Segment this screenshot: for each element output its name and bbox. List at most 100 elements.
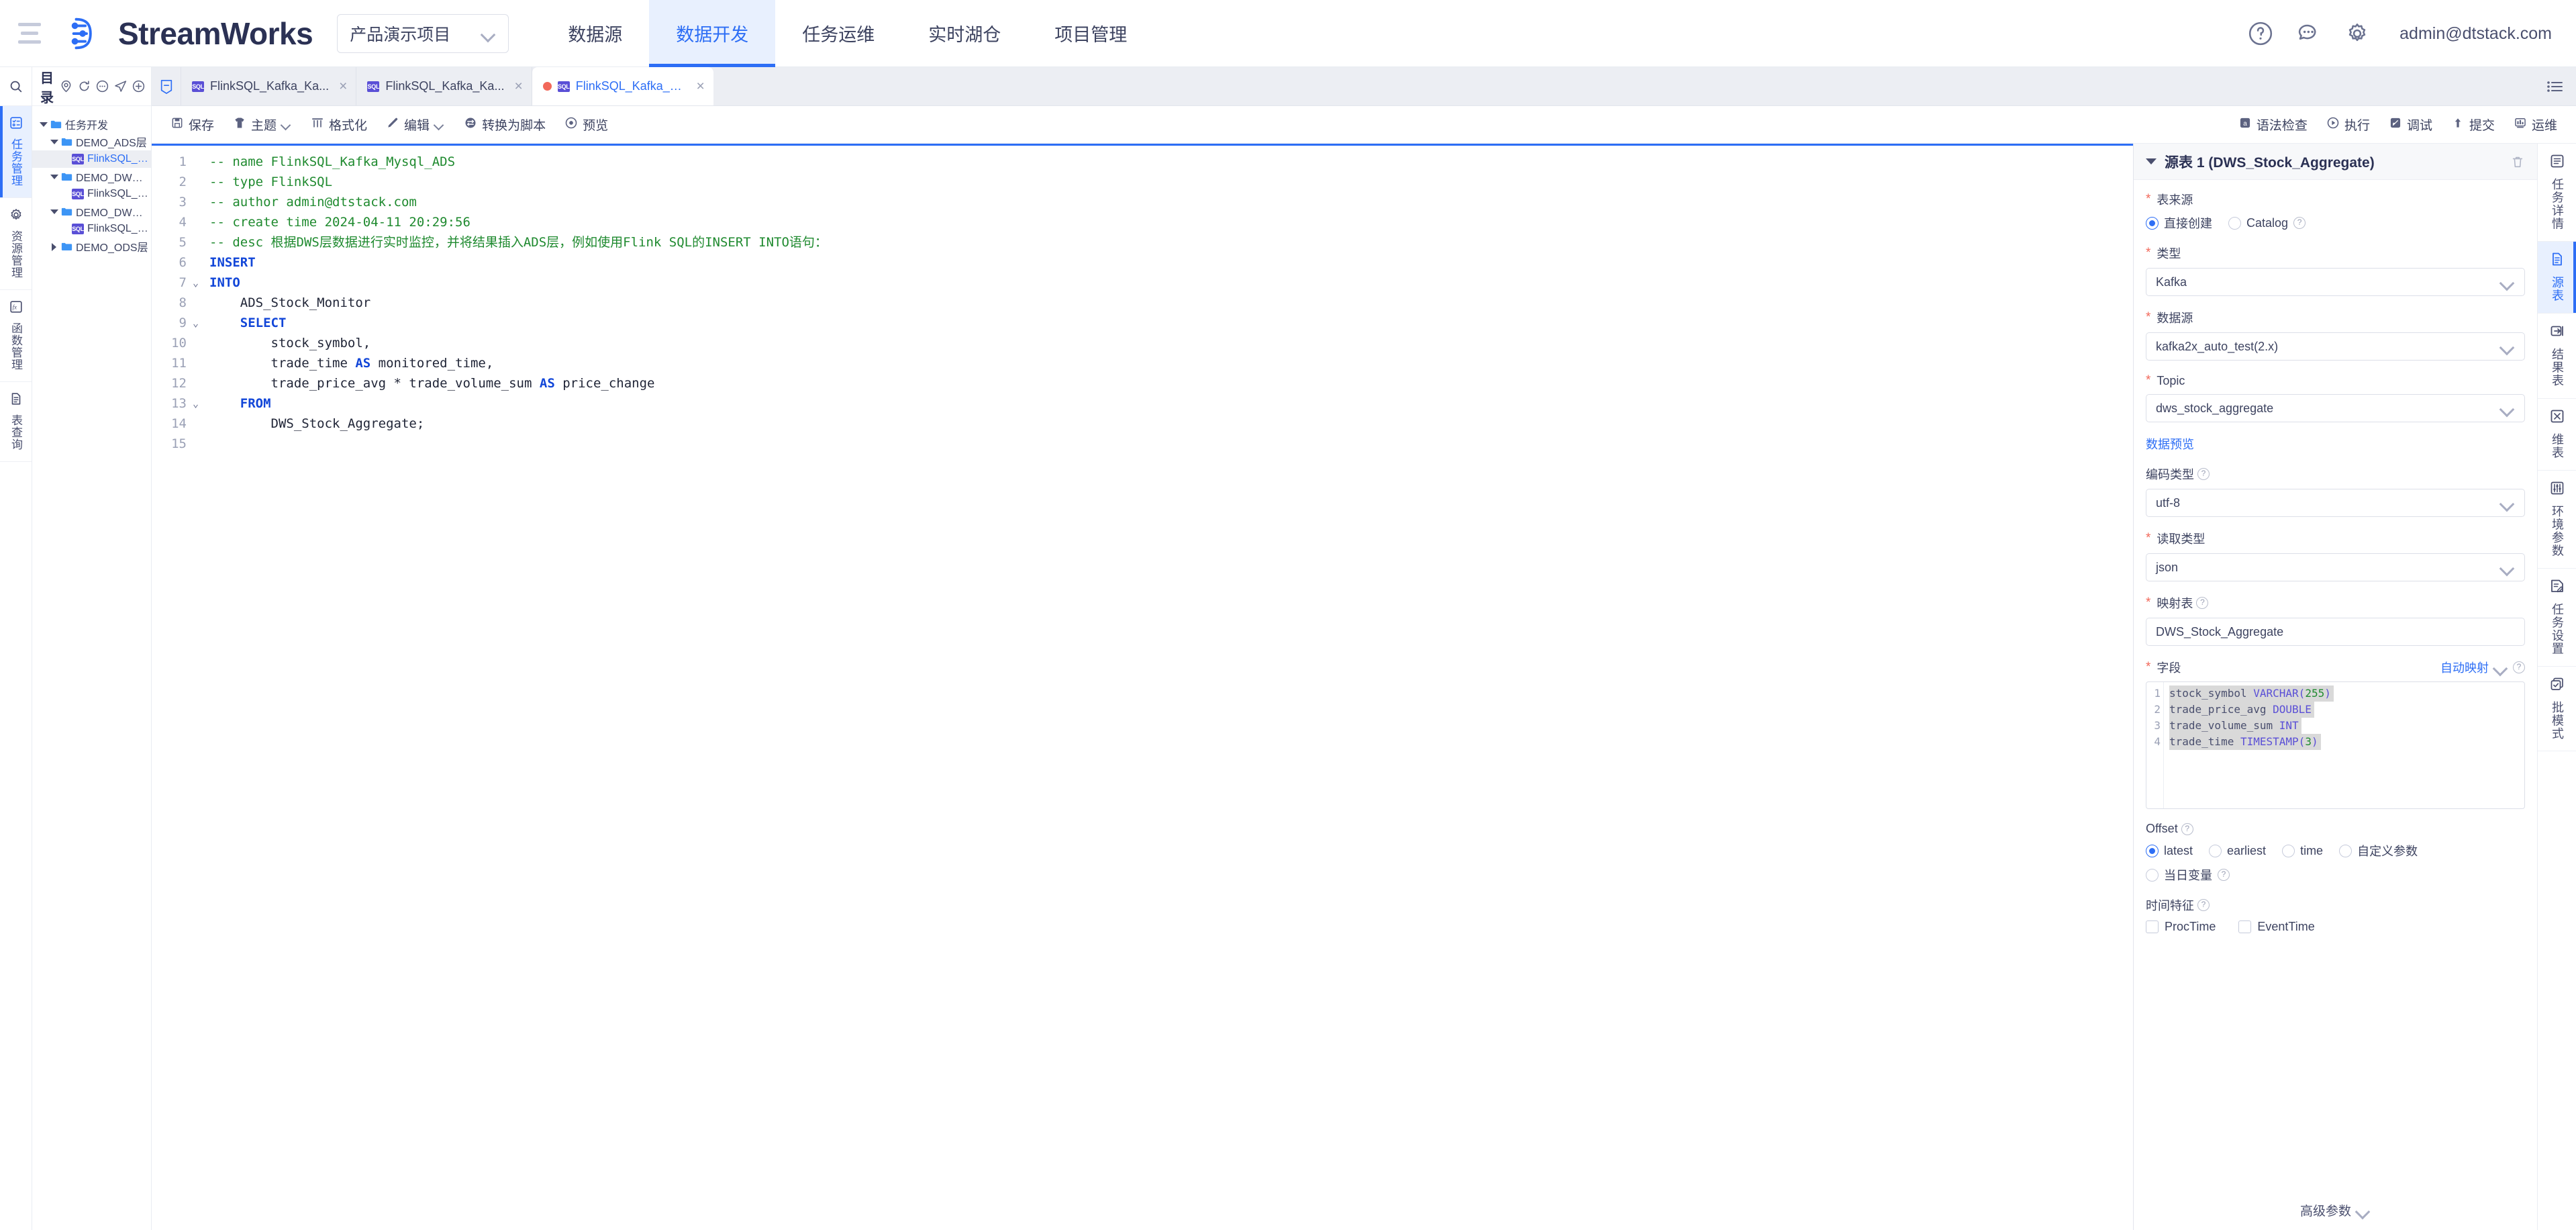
right-rail-item-label: 任务设置 <box>2550 602 2564 655</box>
auto-map-button[interactable]: 自动映射 <box>2440 659 2489 676</box>
schema-editor[interactable]: 1 2 3 4 stock_symbol VARCHAR(255) trade_pric… <box>2146 681 2525 809</box>
toolbar-button-3[interactable]: 编辑 <box>377 111 454 138</box>
field-label: 数据源 <box>2146 309 2525 326</box>
body: 任务管理 资源管理 fx 函数管理 表查询 目录 任务开发 DEMO_ADS层 … <box>0 67 2576 1230</box>
collapse-toggle-icon[interactable] <box>2146 158 2157 164</box>
nav-item-0[interactable]: 数据源 <box>541 0 649 67</box>
trash-icon[interactable] <box>2510 154 2525 169</box>
home-icon[interactable] <box>152 67 181 105</box>
advanced-params-toggle[interactable]: 高级参数 <box>2134 1193 2537 1230</box>
close-icon[interactable]: × <box>514 79 522 93</box>
offset-option-1[interactable]: earliest <box>2209 844 2266 858</box>
toolbar-button-4[interactable]: 转换为脚本 <box>454 111 555 138</box>
close-icon[interactable]: × <box>339 79 347 93</box>
tree-node-2[interactable]: SQLFlinkSQL_Kafka_Mysql_... <box>32 150 151 168</box>
sidebar-item-3[interactable]: 表查询 <box>0 382 32 462</box>
right-rail-item-0[interactable]: 任务详情 <box>2538 144 2576 242</box>
chevron-down-icon[interactable] <box>50 138 58 146</box>
datasource-select[interactable]: kafka2x_auto_test(2.x) <box>2146 332 2525 361</box>
sidebar-item-1[interactable]: 资源管理 <box>0 198 32 290</box>
code-line: -- author admin@dtstack.com <box>209 195 417 209</box>
toolbar-action-1[interactable]: 执行 <box>2317 111 2379 138</box>
chevron-down-icon[interactable] <box>39 120 48 128</box>
add-icon[interactable] <box>132 79 146 93</box>
mapping-table-value: DWS_Stock_Aggregate <box>2156 624 2284 638</box>
message-icon[interactable] <box>2296 21 2322 46</box>
editor-code[interactable]: -- name FlinkSQL_Kafka_Mysql_ADS -- type … <box>193 144 2133 1230</box>
tree-node-1[interactable]: DEMO_ADS层 <box>32 133 151 150</box>
chevron-down-icon[interactable] <box>50 173 58 181</box>
right-rail-item-5[interactable]: 任务设置 <box>2538 569 2576 667</box>
search-icon[interactable] <box>0 67 32 106</box>
time-feature-option-0[interactable]: ProcTime <box>2146 920 2216 934</box>
tree-node-3[interactable]: DEMO_DWS层 <box>32 168 151 185</box>
sql-editor[interactable]: 1 2 3 4 5 6 7 ⌄ 8 9 ⌄ 10 11 12 13 ⌄ 14 15 -- name FlinkSQ… <box>152 144 2133 1230</box>
toolbar-button-5[interactable]: 预览 <box>555 111 617 138</box>
toolbar-button-0[interactable]: 保存 <box>161 111 224 138</box>
time-feature-option-1[interactable]: EventTime <box>2238 920 2315 934</box>
menu-toggle-icon[interactable] <box>0 0 59 67</box>
nav-item-3[interactable]: 实时湖仓 <box>901 0 1028 67</box>
sidebar-item-2[interactable]: fx 函数管理 <box>0 290 32 382</box>
tree-node-5[interactable]: DEMO_DWD层 <box>32 203 151 220</box>
sidebar-item-0[interactable]: 任务管理 <box>0 106 32 198</box>
data-preview-link[interactable]: 数据预览 <box>2146 438 2194 451</box>
offset-option-2[interactable]: time <box>2282 844 2323 858</box>
more-icon[interactable] <box>95 79 109 93</box>
tree-node-4[interactable]: SQLFlinkSQL_Kafka_Kafka_... <box>32 185 151 203</box>
encoding-select[interactable]: utf-8 <box>2146 489 2525 517</box>
locate-icon[interactable] <box>59 79 73 93</box>
chevron-down-icon[interactable] <box>2493 663 2508 671</box>
chevron-down-icon[interactable] <box>50 207 58 216</box>
toolbar-button-1[interactable]: 主题 <box>224 111 301 138</box>
user-email[interactable]: admin@dtstack.com <box>2399 24 2552 44</box>
mapping-table-input[interactable]: DWS_Stock_Aggregate <box>2146 618 2525 646</box>
main-nav: 数据源 数据开发 任务运维 实时湖仓 项目管理 <box>541 0 1154 67</box>
publish-icon[interactable] <box>113 79 128 93</box>
gear-icon <box>9 207 23 226</box>
right-rail-item-6[interactable]: 批模式 <box>2538 667 2576 751</box>
table-source-option-0[interactable]: 直接创建 <box>2146 214 2212 232</box>
directory-panel: 目录 任务开发 DEMO_ADS层 SQL FlinkSQL_Kaf DEMO_… <box>32 67 152 1230</box>
topic-select[interactable]: dws_stock_aggregate <box>2146 394 2525 422</box>
right-rail-item-1[interactable]: 源表 <box>2538 242 2576 314</box>
table-source-option-1[interactable]: Catalog ? <box>2228 216 2306 230</box>
nav-item-4[interactable]: 项目管理 <box>1028 0 1154 67</box>
toolbar-action-4[interactable]: 运维 <box>2504 111 2567 138</box>
help-icon[interactable]: ? <box>2218 869 2230 881</box>
tree-node-7[interactable]: DEMO_ODS层 <box>32 238 151 255</box>
help-icon[interactable]: ? <box>2513 661 2525 673</box>
tree-node-6[interactable]: SQLFlinkSQL_Kafka_Kafka_... <box>32 220 151 238</box>
offset-option-3[interactable]: 自定义参数 <box>2339 842 2418 859</box>
toolbar-action-2[interactable]: 调试 <box>2379 111 2442 138</box>
editor-tab-2[interactable]: SQL FlinkSQL_Kafka_M... × <box>532 67 713 105</box>
close-icon[interactable]: × <box>696 79 704 93</box>
toolbar-action-0[interactable]: a 语法检查 <box>2229 111 2317 138</box>
help-icon[interactable]: ? <box>2196 597 2209 609</box>
help-icon[interactable]: ? <box>2197 468 2210 480</box>
type-select[interactable]: Kafka <box>2146 268 2525 296</box>
editor-tab-1[interactable]: SQL FlinkSQL_Kafka_Ka... × <box>356 67 532 105</box>
refresh-icon[interactable] <box>77 79 91 93</box>
chevron-right-icon[interactable] <box>50 242 58 251</box>
nav-item-2[interactable]: 任务运维 <box>775 0 901 67</box>
tree-node-0[interactable]: 任务开发 <box>32 115 151 133</box>
help-icon[interactable]: ? <box>2293 217 2306 229</box>
help-icon[interactable]: ? <box>2181 822 2193 835</box>
offset-option-0[interactable]: latest <box>2146 844 2193 858</box>
toolbar-button-2[interactable]: 格式化 <box>301 111 377 138</box>
read-type-select[interactable]: json <box>2146 553 2525 581</box>
project-selector[interactable]: 产品演示项目 <box>337 13 509 53</box>
offset-option-4[interactable]: 当日变量 ? <box>2146 866 2230 884</box>
right-rail-item-2[interactable]: 结果表 <box>2538 314 2576 399</box>
gear-icon[interactable] <box>2344 21 2370 46</box>
help-icon[interactable]: ? <box>2197 899 2210 911</box>
toolbar-action-3[interactable]: 提交 <box>2442 111 2504 138</box>
help-icon[interactable] <box>2248 21 2273 46</box>
tab-list-icon[interactable] <box>2546 79 2564 94</box>
right-rail-item-3[interactable]: 维表 <box>2538 399 2576 471</box>
schema-line: trade_time TIMESTAMP(3) <box>2169 734 2524 750</box>
right-rail-item-4[interactable]: 环境参数 <box>2538 471 2576 569</box>
editor-tab-0[interactable]: SQL FlinkSQL_Kafka_Ka... × <box>181 67 357 105</box>
nav-item-1[interactable]: 数据开发 <box>649 0 776 67</box>
